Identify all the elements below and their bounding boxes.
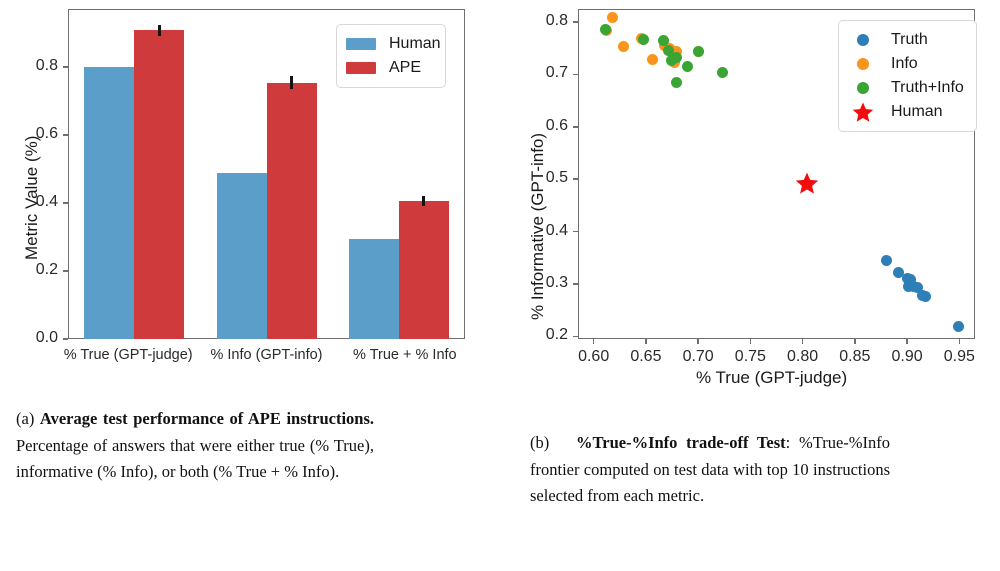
caption-a-rest: Percentage of answers that were either t… xyxy=(16,435,374,482)
bar-chart-y-tick-label: 0.8 xyxy=(35,56,58,74)
legend-dot-icon xyxy=(848,82,878,94)
scatter-chart-x-tick-mark xyxy=(801,339,804,344)
scatter-point-truth-info xyxy=(666,54,677,66)
bar-ape xyxy=(134,30,185,339)
figure-container: Metric Value (%) 0.0 0.2 0.4 0.6 0.8 % True … xyxy=(0,0,1000,571)
bar-error-bar xyxy=(290,76,293,89)
scatter-chart-legend-label: Truth xyxy=(891,31,928,48)
scatter-point-info xyxy=(607,12,619,24)
scatter-point-truth-info xyxy=(682,61,694,73)
legend-swatch-icon xyxy=(346,38,376,50)
legend-dot-icon xyxy=(848,34,878,46)
scatter-point-truth xyxy=(920,291,932,303)
scatter-chart-y-tick-label: 0.6 xyxy=(545,116,568,134)
bar-human xyxy=(216,172,267,339)
scatter-point-truth xyxy=(953,321,965,333)
scatter-chart-y-tick-label: 0.8 xyxy=(545,12,568,30)
scatter-point-truth-info xyxy=(692,46,704,58)
bar-chart-y-tick-label: 0.0 xyxy=(35,329,58,346)
bar-chart-y-tick-label: 0.4 xyxy=(35,192,58,210)
scatter-chart-y-tick-label: 0.2 xyxy=(545,326,568,344)
bar-ape xyxy=(266,82,317,339)
legend-star-icon xyxy=(848,101,878,123)
scatter-chart-x-tick-mark xyxy=(645,339,647,344)
scatter-point-truth xyxy=(881,255,893,267)
scatter-chart-legend-item[interactable]: Truth xyxy=(848,28,964,52)
caption-panel-a: (a) Average test performance of APE inst… xyxy=(16,406,374,486)
legend-dot-icon xyxy=(848,58,878,70)
scatter-chart-x-tick-label: 0.70 xyxy=(682,348,714,365)
bar-error-bar xyxy=(157,24,161,36)
scatter-chart-legend-label: Info xyxy=(891,55,918,72)
scatter-chart-x-tick-label: 0.60 xyxy=(578,348,610,365)
scatter-chart-legend-item[interactable]: Truth+Info xyxy=(848,76,964,100)
scatter-point-truth-info xyxy=(599,23,611,35)
legend-swatch-icon xyxy=(346,62,376,74)
scatter-chart-legend: Truth Info Truth+Info Human xyxy=(838,20,977,132)
scatter-point-truth-info xyxy=(670,76,682,88)
scatter-point-info xyxy=(646,53,658,65)
caption-a-bold: Average test performance of APE instruct… xyxy=(39,409,374,428)
scatter-chart-y-tick-label: 0.4 xyxy=(545,221,568,239)
scatter-chart-x-tick-label: 0.80 xyxy=(787,348,819,365)
bar-chart-legend: Human APE xyxy=(336,24,446,88)
scatter-chart-x-tick-mark xyxy=(592,339,595,344)
scatter-chart-x-tick-label: 0.75 xyxy=(734,348,766,365)
scatter-chart-x-tick-label: 0.85 xyxy=(839,348,871,365)
scatter-chart-x-tick-label: 0.90 xyxy=(891,348,923,365)
scatter-chart-panel: % Informative (GPT-info) 0.2 0.3 0.4 0.5 0.6… xyxy=(500,0,1000,400)
bar-human xyxy=(348,239,399,339)
bar-chart-legend-label: Human xyxy=(389,35,441,52)
caption-b-tag: (b) xyxy=(530,433,550,452)
scatter-chart-y-tick-label: 0.7 xyxy=(545,64,568,82)
scatter-chart-legend-item[interactable]: Human xyxy=(848,100,964,124)
scatter-chart-x-tick-mark xyxy=(697,339,699,344)
scatter-point-truth-info xyxy=(637,33,649,45)
scatter-chart-x-tick-mark xyxy=(749,339,752,344)
caption-a-tag: (a) xyxy=(16,409,35,428)
scatter-chart-legend-label: Truth+Info xyxy=(891,79,964,96)
scatter-chart-x-tick-label: 0.65 xyxy=(630,348,662,365)
scatter-chart-y-tick-label: 0.3 xyxy=(545,274,568,291)
caption-panel-b: (b) %True-%Info trade-off Test: %True-%I… xyxy=(530,430,890,510)
bar-chart-legend-label: APE xyxy=(389,59,422,76)
scatter-chart-x-tick-mark xyxy=(958,339,961,344)
scatter-chart-legend-label: Human xyxy=(891,103,943,120)
scatter-point-human-star-icon xyxy=(795,171,819,195)
bar-chart-legend-item[interactable]: APE xyxy=(346,56,433,80)
scatter-chart-x-tick-label: 0.95 xyxy=(943,348,975,365)
bar-chart-panel: Metric Value (%) 0.0 0.2 0.4 0.6 0.8 % True … xyxy=(0,0,500,400)
bar-chart-y-tick-label: 0.6 xyxy=(35,124,58,142)
bar-ape xyxy=(398,200,449,339)
scatter-point-truth-info xyxy=(716,67,728,79)
scatter-chart-x-tick-mark xyxy=(854,339,856,344)
bar-human xyxy=(84,66,135,339)
scatter-point-info xyxy=(618,41,630,53)
bar-error-bar xyxy=(422,196,426,206)
bar-chart-y-tick-label: 0.2 xyxy=(35,260,58,278)
bar-chart-x-tick-label: % True + % Info xyxy=(353,347,457,363)
scatter-chart-y-tick-label: 0.5 xyxy=(545,169,568,187)
scatter-chart-legend-item[interactable]: Info xyxy=(848,52,964,76)
scatter-chart-x-axis-title: % True (GPT-judge) xyxy=(696,368,848,387)
bar-chart-legend-item[interactable]: Human xyxy=(346,32,441,56)
scatter-chart-x-tick-mark xyxy=(906,339,908,344)
caption-b-bold: %True-%Info trade-off Test xyxy=(575,433,786,452)
